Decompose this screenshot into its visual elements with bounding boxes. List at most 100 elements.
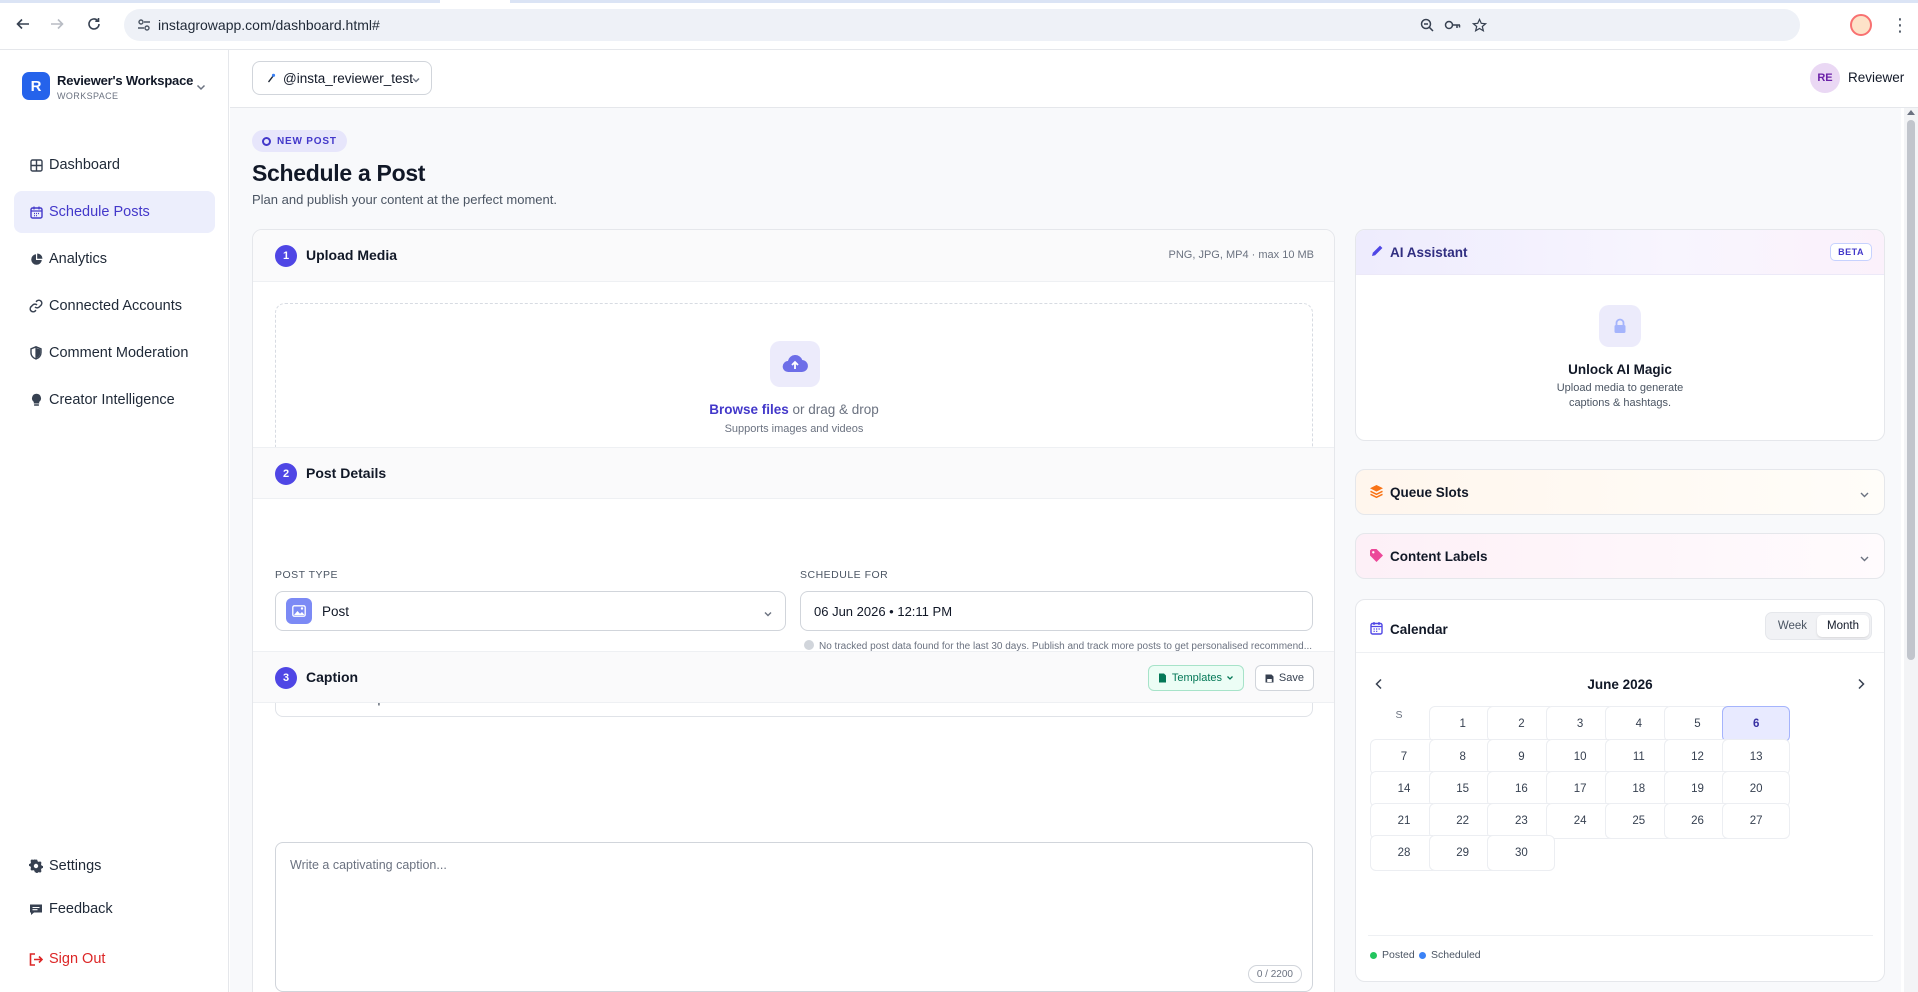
post-details-header: 2 Post Details (253, 447, 1334, 499)
sidebar-item-creator-intelligence[interactable]: Creator Intelligence (14, 379, 215, 421)
upload-media-header: 1 Upload Media PNG, JPG, MP4 · max 10 MB (253, 230, 1334, 282)
browser-chrome: instagrowapp.com/dashboard.html# ⋮ (0, 0, 1918, 50)
page-title: Schedule a Post (252, 160, 426, 186)
scroll-up-arrow-icon[interactable] (1907, 110, 1915, 115)
queue-slots-title: Queue Slots (1390, 485, 1469, 500)
next-month-icon[interactable] (1854, 677, 1868, 691)
sign-out-icon (29, 952, 43, 966)
sidebar-item-dashboard[interactable]: Dashboard (14, 144, 215, 186)
queue-slots-accordion[interactable]: Queue Slots (1355, 469, 1885, 515)
calendar-title: Calendar (1390, 622, 1448, 637)
workspace-chevron-icon[interactable] (195, 80, 207, 92)
calendar-day[interactable]: 18 (1604, 771, 1673, 807)
workspace-name[interactable]: Reviewer's Workspace (57, 73, 193, 88)
calendar-card: Calendar Week Month June 2026 SMTWTFS123… (1355, 599, 1885, 982)
reload-icon[interactable] (84, 14, 104, 34)
sidebar-item-sign-out[interactable]: Sign Out (14, 938, 215, 980)
chevron-down-icon (1859, 551, 1870, 562)
beta-badge: BETA (1830, 243, 1872, 261)
calendar-day[interactable]: 24 (1546, 803, 1615, 839)
caption-header: 3 Caption Templates Save (253, 651, 1334, 703)
calendar-day-today[interactable]: 6 (1722, 706, 1791, 742)
calendar-day[interactable]: 4 (1604, 706, 1673, 742)
sidebar-item-label: Feedback (49, 901, 113, 917)
sidebar-item-schedule-posts[interactable]: Schedule Posts (14, 191, 215, 233)
calendar-day[interactable]: 25 (1604, 803, 1673, 839)
back-icon[interactable] (13, 14, 33, 34)
tab-strip-edge (0, 0, 1918, 3)
ai-assistant-header: AI Assistant BETA (1356, 230, 1884, 275)
calendar-month-label: June 2026 (1587, 677, 1653, 692)
site-info-icon[interactable] (136, 17, 152, 33)
save-label: Save (1278, 672, 1304, 684)
drag-drop-text: or drag & drop (788, 402, 879, 417)
gear-icon (29, 859, 43, 873)
templates-label: Templates (1171, 672, 1222, 684)
view-month-button[interactable]: Month (1817, 615, 1869, 637)
posted-dot-icon (1370, 951, 1377, 959)
calendar-day[interactable]: 13 (1722, 739, 1791, 775)
calendar-day[interactable]: 28 (1370, 835, 1438, 871)
legend-scheduled-label: Scheduled (1431, 949, 1481, 961)
post-type-select[interactable]: Post (275, 591, 786, 631)
sidebar-item-feedback[interactable]: Feedback (14, 888, 215, 930)
bookmark-star-icon[interactable] (1470, 16, 1488, 34)
view-week-button[interactable]: Week (1768, 615, 1817, 637)
zoom-icon[interactable] (1418, 16, 1436, 34)
scheduled-dot-icon (1419, 951, 1426, 959)
ai-assistant-card: AI Assistant BETA Unlock AI Magic Upload… (1355, 229, 1885, 441)
calendar-icon (1370, 621, 1383, 635)
badge-dot-icon (262, 136, 271, 146)
unlock-line-2: captions & hashtags. (1568, 397, 1672, 409)
workspace-logo[interactable]: R (22, 72, 50, 100)
sidebar-item-settings[interactable]: Settings (14, 845, 215, 887)
calendar-day[interactable]: 17 (1546, 771, 1615, 807)
calendar-day[interactable]: 3 (1546, 706, 1615, 742)
sidebar-item-label: Sign Out (49, 951, 106, 967)
sidebar-item-connected-accounts[interactable]: Connected Accounts (14, 285, 215, 327)
caption-textarea[interactable]: Write a captivating caption... 0 / 2200 (275, 842, 1313, 992)
user-avatar[interactable]: RE (1810, 63, 1840, 93)
browser-menu-icon[interactable]: ⋮ (1890, 14, 1910, 36)
content-labels-title: Content Labels (1390, 549, 1488, 564)
calendar-day[interactable]: 14 (1370, 771, 1438, 807)
schedule-datetime-input[interactable]: 06 Jun 2026 • 12:11 PM (800, 591, 1313, 631)
sidebar-item-analytics[interactable]: Analytics (14, 238, 215, 280)
link-icon (29, 299, 43, 313)
page-subtitle: Plan and publish your content at the per… (252, 192, 557, 207)
workspace-subtitle: WORKSPACE (57, 91, 119, 101)
account-selector[interactable]: @insta_reviewer_test (252, 61, 432, 95)
browse-files-link[interactable]: Browse files (709, 402, 789, 417)
save-caption-button[interactable]: Save (1254, 665, 1314, 691)
calendar-day[interactable]: 20 (1722, 771, 1791, 807)
scrollbar-thumb[interactable] (1907, 120, 1915, 660)
layers-icon (1369, 484, 1384, 499)
top-bar: @insta_reviewer_test RE Reviewer (230, 50, 1918, 108)
url-text[interactable]: instagrowapp.com/dashboard.html# (158, 17, 380, 33)
chat-icon (29, 902, 43, 916)
calendar-day[interactable]: 10 (1546, 739, 1615, 775)
caption-placeholder: Write a captivating caption... (290, 858, 447, 872)
calendar-day[interactable]: 30 (1487, 835, 1556, 871)
password-key-icon[interactable] (1444, 16, 1462, 34)
calendar-day[interactable]: 11 (1604, 739, 1673, 775)
calendar-day[interactable]: 27 (1722, 803, 1791, 839)
sidebar-item-label: Schedule Posts (49, 204, 150, 220)
calendar-icon (29, 205, 43, 219)
post-type-value: Post (322, 603, 350, 619)
page-scrollbar[interactable] (1904, 108, 1918, 992)
calendar-day[interactable]: 7 (1370, 739, 1438, 775)
browser-profile-avatar[interactable] (1850, 14, 1872, 36)
step-number: 3 (275, 667, 297, 689)
main-content: NEW POST Schedule a Post Plan and publis… (230, 108, 1901, 992)
sidebar-item-label: Comment Moderation (49, 345, 189, 361)
templates-button[interactable]: Templates (1147, 665, 1244, 691)
sidebar-item-comment-moderation[interactable]: Comment Moderation (14, 332, 215, 374)
calendar-day[interactable]: 21 (1370, 803, 1438, 839)
user-name[interactable]: Reviewer (1848, 70, 1904, 85)
unlock-title: Unlock AI Magic (1568, 362, 1672, 377)
address-bar[interactable]: instagrowapp.com/dashboard.html# (124, 9, 1800, 41)
section-title: Post Details (306, 465, 387, 481)
content-labels-accordion[interactable]: Content Labels (1355, 533, 1885, 579)
forward-icon[interactable] (47, 14, 67, 34)
